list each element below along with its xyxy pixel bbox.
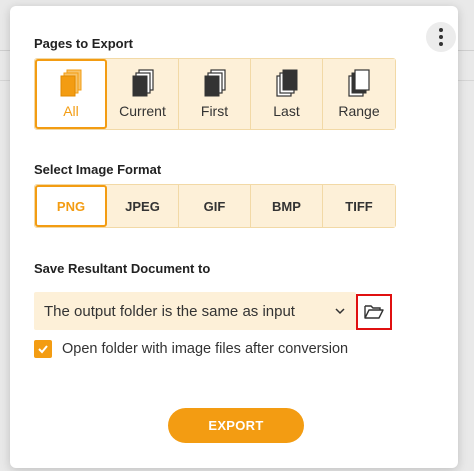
last-page-icon <box>275 69 297 97</box>
format-heading: Select Image Format <box>34 162 162 177</box>
page-option-range[interactable]: Range <box>323 59 395 129</box>
open-folder-label[interactable]: Open folder with image files after conve… <box>62 340 348 358</box>
output-folder-value: The output folder is the same as input <box>44 302 295 320</box>
pages-heading: Pages to Export <box>34 36 133 51</box>
browse-folder-button[interactable] <box>356 294 392 330</box>
export-button[interactable]: EXPORT <box>168 408 304 443</box>
format-option-jpeg[interactable]: JPEG <box>107 185 179 227</box>
more-dot-icon <box>439 42 443 46</box>
export-panel: Pages to Export All Current First Last R… <box>10 6 458 468</box>
more-dot-icon <box>439 28 443 32</box>
page-option-label: First <box>200 103 229 119</box>
format-option-gif[interactable]: GIF <box>179 185 251 227</box>
format-option-tiff[interactable]: TIFF <box>323 185 395 227</box>
current-page-icon <box>132 69 154 97</box>
format-option-bmp[interactable]: BMP <box>251 185 323 227</box>
format-option-png[interactable]: PNG <box>35 185 107 227</box>
page-option-all[interactable]: All <box>35 59 107 129</box>
open-folder-icon <box>364 305 384 319</box>
more-options-button[interactable] <box>426 22 456 52</box>
checkmark-icon <box>38 345 48 354</box>
first-page-icon <box>204 69 226 97</box>
page-option-last[interactable]: Last <box>251 59 323 129</box>
save-heading: Save Resultant Document to <box>34 261 211 276</box>
page-option-current[interactable]: Current <box>107 59 179 129</box>
open-folder-checkbox[interactable] <box>34 340 52 358</box>
more-dot-icon <box>439 35 443 39</box>
format-segmented-control: PNG JPEG GIF BMP TIFF <box>34 184 396 228</box>
page-option-label: Range <box>338 103 380 119</box>
chevron-down-icon <box>335 308 345 315</box>
page-option-first[interactable]: First <box>179 59 251 129</box>
pages-segmented-control: All Current First Last Range <box>34 58 396 130</box>
page-option-label: Current <box>119 103 166 119</box>
output-folder-select[interactable]: The output folder is the same as input <box>34 292 356 330</box>
page-option-label: All <box>63 103 79 119</box>
range-pages-icon <box>348 69 370 97</box>
all-pages-icon <box>60 69 82 97</box>
page-option-label: Last <box>273 103 300 119</box>
